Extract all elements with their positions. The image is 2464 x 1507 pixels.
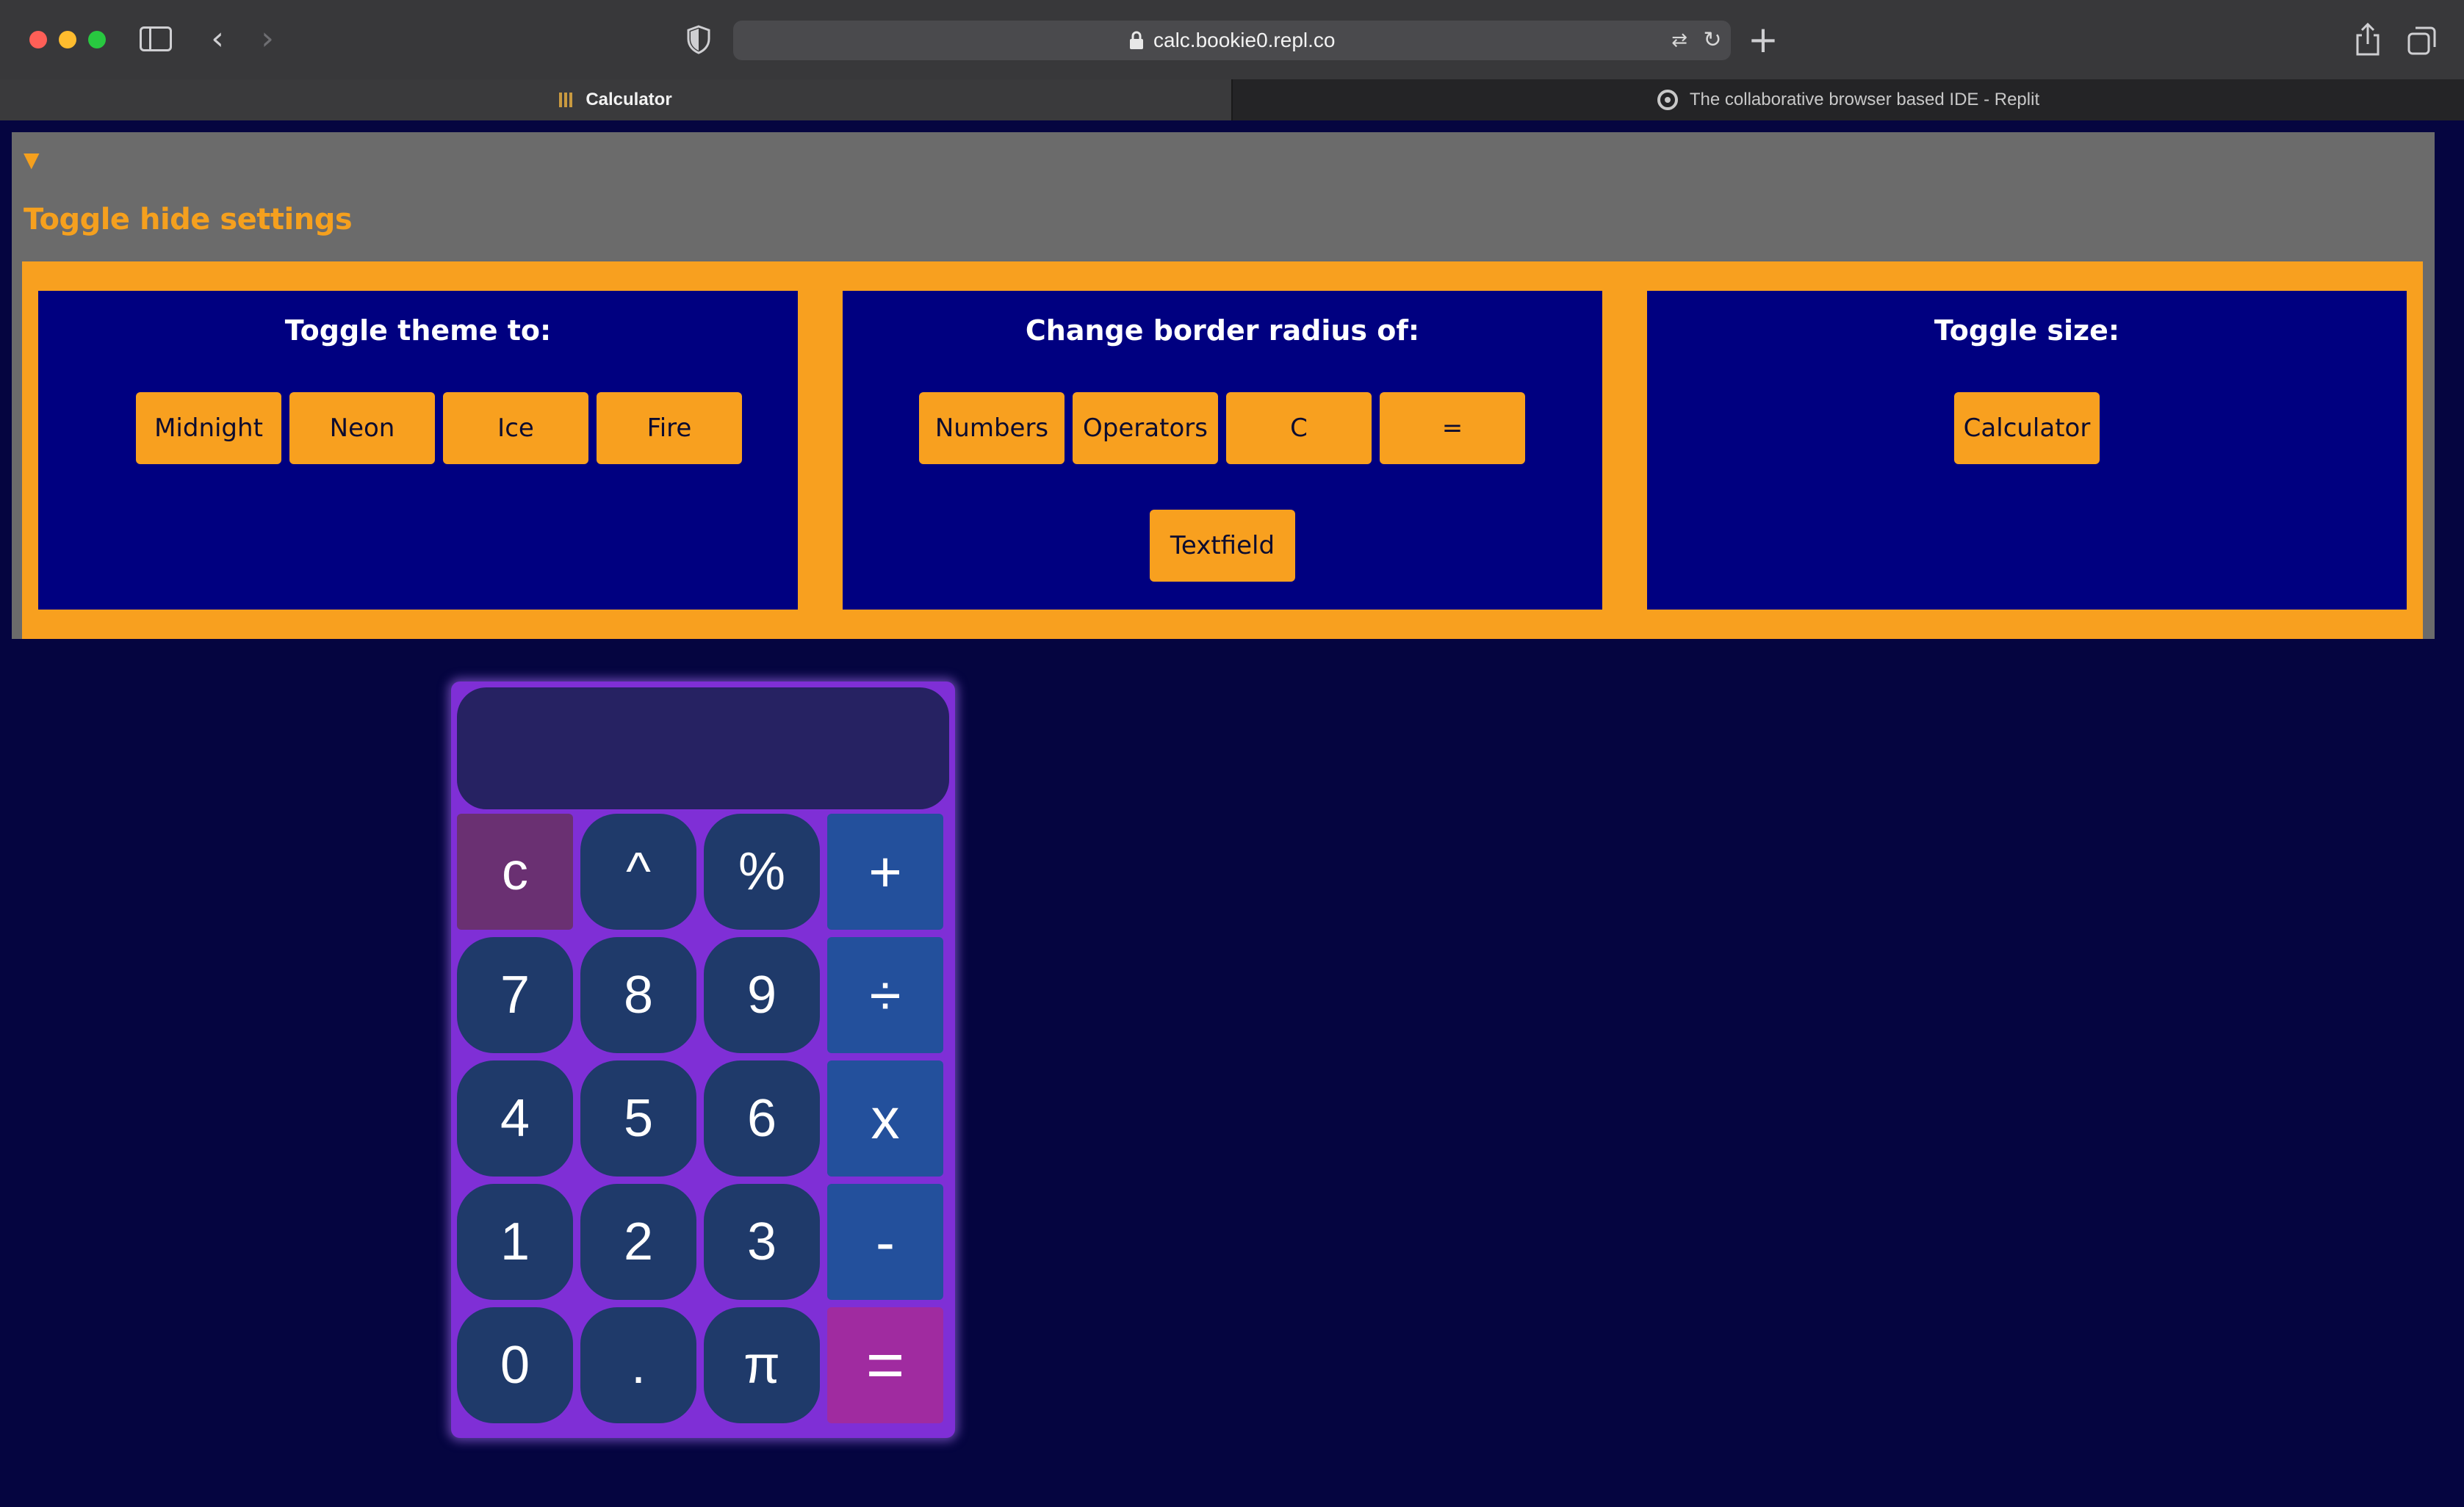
radius-textfield-button[interactable]: Textfield — [1150, 510, 1295, 582]
privacy-shield-icon[interactable] — [686, 25, 711, 54]
calculator: c ^ % + 7 8 9 ÷ 4 5 6 x 1 2 3 - 0 . π = — [451, 682, 955, 1438]
tab-overview-icon[interactable] — [2407, 25, 2438, 56]
power-key[interactable]: ^ — [580, 814, 696, 930]
minimize-window-button[interactable] — [59, 31, 76, 48]
theme-neon-button[interactable]: Neon — [289, 392, 435, 464]
theme-fire-button[interactable]: Fire — [597, 392, 742, 464]
settings-panel: Toggle theme to: Midnight Neon Ice Fire … — [22, 261, 2423, 639]
tab-label: The collaborative browser based IDE - Re… — [1689, 90, 2040, 109]
equals-key[interactable]: = — [827, 1307, 943, 1423]
minus-key[interactable]: - — [827, 1184, 943, 1300]
zoom-window-button[interactable] — [88, 31, 106, 48]
percent-key[interactable]: % — [704, 814, 820, 930]
digit-6-key[interactable]: 6 — [704, 1060, 820, 1177]
digit-0-key[interactable]: 0 — [457, 1307, 573, 1423]
theme-card-title: Toggle theme to: — [284, 314, 552, 347]
toggle-hide-settings[interactable]: Toggle hide settings — [24, 203, 353, 236]
theme-card: Toggle theme to: Midnight Neon Ice Fire — [38, 291, 798, 610]
border-radius-card: Change border radius of: Numbers Operato… — [843, 291, 1602, 610]
decimal-key[interactable]: . — [580, 1307, 696, 1423]
digit-5-key[interactable]: 5 — [580, 1060, 696, 1177]
digit-1-key[interactable]: 1 — [457, 1184, 573, 1300]
new-tab-icon[interactable]: + — [1746, 19, 1781, 60]
close-window-button[interactable] — [29, 31, 47, 48]
forward-icon[interactable]: › — [253, 22, 282, 56]
digit-8-key[interactable]: 8 — [580, 937, 696, 1053]
tab-strip: Calculator The collaborative browser bas… — [0, 79, 2464, 120]
tab-calculator[interactable]: Calculator — [0, 79, 1231, 120]
radius-operators-button[interactable]: Operators — [1073, 392, 1218, 464]
tab-replit[interactable]: The collaborative browser based IDE - Re… — [1231, 79, 2464, 120]
radius-clear-button[interactable]: C — [1226, 392, 1372, 464]
digit-3-key[interactable]: 3 — [704, 1184, 820, 1300]
calculator-display[interactable] — [457, 687, 949, 809]
radius-numbers-button[interactable]: Numbers — [919, 392, 1065, 464]
browser-toolbar: ‹ › calc.bookie0.repl.co ⇄ ↻ + — [0, 0, 2464, 79]
calculator-favicon-icon — [559, 93, 574, 107]
multiply-key[interactable]: x — [827, 1060, 943, 1177]
share-icon[interactable] — [2352, 22, 2383, 57]
clear-key[interactable]: c — [457, 814, 573, 930]
toggle-size-card: Toggle size: Calculator — [1647, 291, 2407, 610]
browser-chrome: ‹ › calc.bookie0.repl.co ⇄ ↻ + Calculato… — [0, 0, 2464, 120]
back-icon[interactable]: ‹ — [203, 22, 232, 56]
border-radius-card-title: Change border radius of: — [1025, 314, 1420, 347]
settings-section: ▼ Toggle hide settings Toggle theme to: … — [12, 132, 2435, 639]
replit-favicon-icon — [1657, 90, 1678, 110]
pi-key[interactable]: π — [704, 1307, 820, 1423]
theme-midnight-button[interactable]: Midnight — [136, 392, 281, 464]
reload-icon[interactable]: ↻ — [1700, 28, 1725, 53]
theme-ice-button[interactable]: Ice — [443, 392, 588, 464]
lock-icon — [1130, 31, 1143, 49]
url-text: calc.bookie0.repl.co — [1153, 29, 1336, 51]
digit-7-key[interactable]: 7 — [457, 937, 573, 1053]
radius-equals-button[interactable]: = — [1380, 392, 1525, 464]
translate-icon[interactable]: ⇄ — [1666, 28, 1693, 53]
size-calculator-button[interactable]: Calculator — [1954, 392, 2100, 464]
sidebar-toggle-icon[interactable] — [140, 26, 172, 51]
tab-label: Calculator — [586, 90, 672, 109]
plus-key[interactable]: + — [827, 814, 943, 930]
digit-2-key[interactable]: 2 — [580, 1184, 696, 1300]
address-bar[interactable]: calc.bookie0.repl.co ⇄ ↻ — [733, 21, 1731, 60]
divide-key[interactable]: ÷ — [827, 937, 943, 1053]
toggle-size-card-title: Toggle size: — [1934, 314, 2120, 347]
disclosure-triangle-icon[interactable]: ▼ — [24, 150, 40, 170]
digit-4-key[interactable]: 4 — [457, 1060, 573, 1177]
page-content: ▼ Toggle hide settings Toggle theme to: … — [0, 120, 2464, 1507]
digit-9-key[interactable]: 9 — [704, 937, 820, 1053]
